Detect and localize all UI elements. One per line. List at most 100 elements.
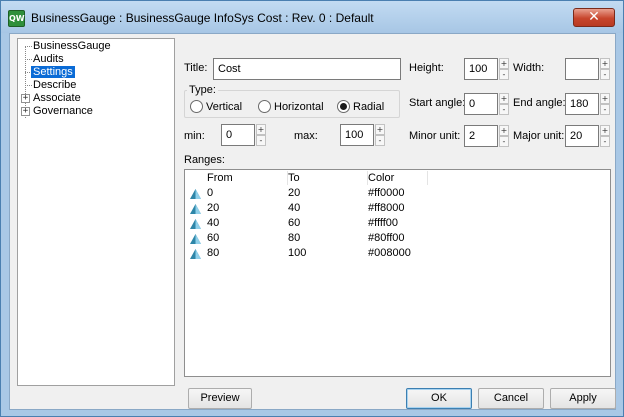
type-vertical-radio[interactable] [190,100,203,113]
range-triangle-icon [190,219,201,229]
spin-down-button[interactable]: - [499,136,509,147]
table-row[interactable]: 80 100 #008000 [185,246,610,261]
range-color-cell: #80ff00 [368,232,405,244]
type-horizontal-radio[interactable] [258,100,271,113]
minor-unit-input[interactable]: 2 [464,125,498,147]
spin-up-button[interactable]: + [600,58,610,69]
spin-up-button[interactable]: + [600,125,610,136]
range-triangle-icon [190,249,201,259]
title-input[interactable]: Cost [213,58,401,80]
type-radial-label[interactable]: Radial [353,101,384,113]
spin-up-button[interactable]: + [499,125,509,136]
ok-button[interactable]: OK [406,388,472,409]
table-row[interactable]: 40 60 #ffff00 [185,216,610,231]
min-spinner[interactable]: + - [256,124,266,146]
spin-down-button[interactable]: - [375,135,385,146]
range-from-cell: 0 [207,187,214,199]
range-to-cell: 40 [288,202,301,214]
major-unit-spinner[interactable]: + - [600,125,610,147]
column-header-to[interactable]: To [288,171,368,185]
width-spinner[interactable]: + - [600,58,610,80]
range-triangle-icon [190,204,201,214]
spin-up-button[interactable]: + [499,58,509,69]
spin-up-button[interactable]: + [375,124,385,135]
tree-item-label: BusinessGauge [33,40,111,52]
min-label: min: [184,130,205,142]
type-horizontal-label[interactable]: Horizontal [274,101,324,113]
range-from-cell: 20 [207,202,220,214]
major-unit-input[interactable]: 20 [565,125,599,147]
spin-up-button[interactable]: + [600,93,610,104]
table-row[interactable]: 60 80 #80ff00 [185,231,610,246]
dialog-window: QW BusinessGauge : BusinessGauge InfoSys… [0,0,624,417]
type-vertical-label[interactable]: Vertical [206,101,242,113]
range-to-cell: 100 [288,247,307,259]
apply-button[interactable]: Apply [550,388,616,409]
navigation-tree[interactable]: BusinessGauge Audits Settings Describe +… [17,38,175,386]
spin-down-button[interactable]: - [256,135,266,146]
spin-down-button[interactable]: - [600,69,610,80]
tree-item-label: Audits [33,53,64,65]
tree-item-governance[interactable]: Governance [31,105,95,118]
end-angle-spinner[interactable]: + - [600,93,610,115]
spin-up-button[interactable]: + [499,93,509,104]
tree-item-label: Governance [33,105,93,117]
width-label: Width: [513,62,545,74]
tree-item-audits[interactable]: Audits [31,53,66,66]
height-label: Height: [409,62,444,74]
tree-item-label: Settings [31,66,75,78]
ranges-table[interactable]: From To Color 0 20 #ff0000 20 40 #ff8000… [184,169,611,377]
end-angle-input[interactable]: 180 [565,93,599,115]
table-row[interactable]: 20 40 #ff8000 [185,201,610,216]
range-from-cell: 60 [207,232,220,244]
major-unit-label: Major unit: [513,130,565,142]
close-button[interactable]: ✕ [573,8,615,27]
height-input[interactable]: 100 [464,58,498,80]
tree-item-settings[interactable]: Settings [31,66,75,79]
max-input[interactable]: 100 [340,124,374,146]
range-color-cell: #ffff00 [368,217,398,229]
width-input[interactable] [565,58,599,80]
app-logo-icon: QW [8,10,25,27]
tree-item-label: Describe [33,79,77,91]
max-spinner[interactable]: + - [375,124,385,146]
tree-item-describe[interactable]: Describe [31,79,78,92]
spin-up-button[interactable]: + [256,124,266,135]
range-to-cell: 20 [288,187,301,199]
range-triangle-icon [190,234,201,244]
range-from-cell: 40 [207,217,220,229]
title-bar[interactable]: QW BusinessGauge : BusinessGauge InfoSys… [1,1,623,33]
start-angle-label: Start angle: [409,97,466,109]
min-input[interactable]: 0 [221,124,255,146]
spin-down-button[interactable]: - [600,136,610,147]
max-label: max: [294,130,318,142]
column-header-color[interactable]: Color [368,171,428,185]
spin-down-button[interactable]: - [499,69,509,80]
expand-plus-icon[interactable]: + [21,107,30,116]
range-from-cell: 80 [207,247,220,259]
spin-down-button[interactable]: - [600,104,610,115]
dialog-client-area: BusinessGauge Audits Settings Describe +… [9,33,616,410]
range-to-cell: 60 [288,217,301,229]
type-radial-radio[interactable] [337,100,350,113]
cancel-button[interactable]: Cancel [478,388,544,409]
window-title: BusinessGauge : BusinessGauge InfoSys Co… [31,11,374,25]
table-row[interactable]: 0 20 #ff0000 [185,186,610,201]
start-angle-spinner[interactable]: + - [499,93,509,115]
start-angle-input[interactable]: 0 [464,93,498,115]
title-label: Title: [184,62,208,74]
height-spinner[interactable]: + - [499,58,509,80]
type-group-label: Type: [187,84,218,96]
range-triangle-icon [190,189,201,199]
ranges-label: Ranges: [184,154,225,166]
minor-unit-spinner[interactable]: + - [499,125,509,147]
expand-plus-icon[interactable]: + [21,94,30,103]
range-color-cell: #ff8000 [368,202,405,214]
range-color-cell: #008000 [368,247,411,259]
tree-item-associate[interactable]: Associate [31,92,83,105]
preview-button[interactable]: Preview [188,388,252,409]
tree-item-businessgauge[interactable]: BusinessGauge [31,40,113,53]
spin-down-button[interactable]: - [499,104,509,115]
column-header-from[interactable]: From [185,171,288,185]
range-to-cell: 80 [288,232,301,244]
